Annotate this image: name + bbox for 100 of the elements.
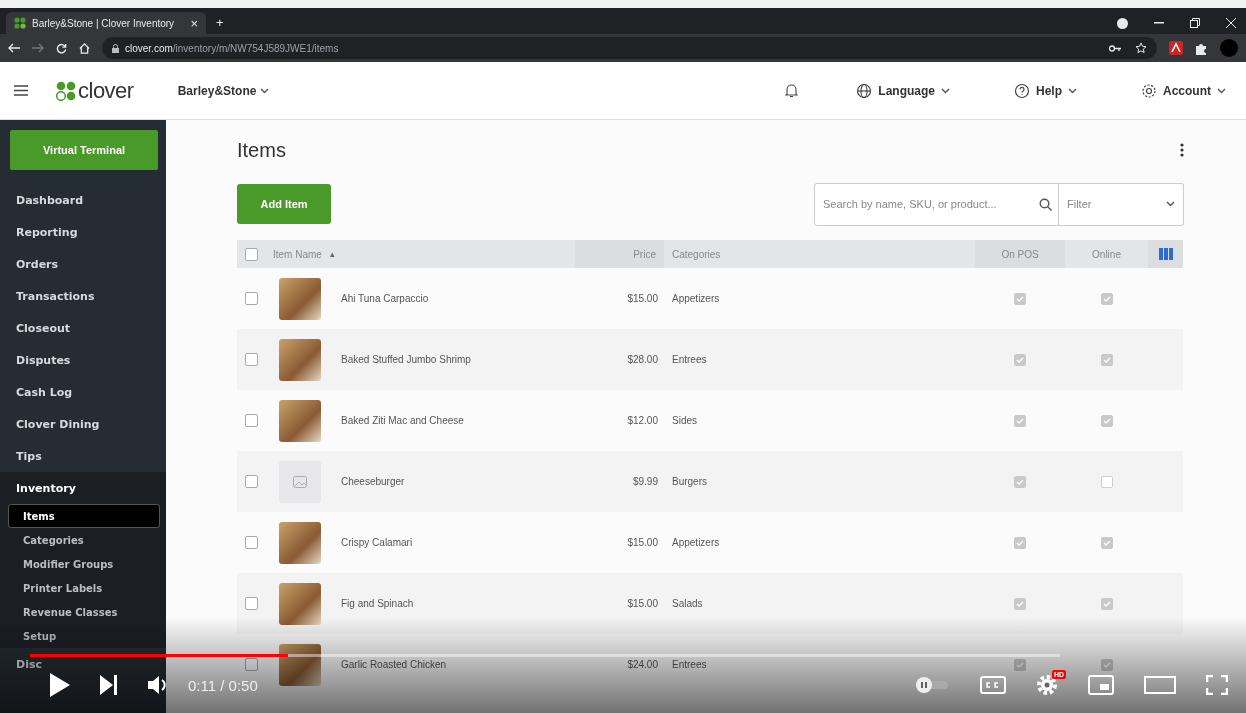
item-name: Crispy Calamari bbox=[341, 537, 413, 548]
item-category: Entrees bbox=[672, 354, 707, 365]
search-icon bbox=[1039, 197, 1052, 211]
on-pos-checkbox[interactable] bbox=[1014, 536, 1026, 549]
bell-icon[interactable] bbox=[785, 83, 799, 98]
tab-close-button[interactable]: × bbox=[190, 16, 198, 30]
miniplayer-icon[interactable] bbox=[1088, 675, 1114, 695]
header-menu[interactable]: Language bbox=[850, 81, 956, 100]
on-pos-checkbox[interactable] bbox=[1014, 475, 1026, 488]
chevron-down-icon bbox=[1166, 201, 1175, 207]
item-name: Garlic Roasted Chicken bbox=[341, 659, 447, 670]
sidebar-subitem[interactable]: Items bbox=[8, 504, 160, 528]
merchant-dropdown[interactable]: Barley&Stone bbox=[171, 82, 276, 99]
on-pos-checkbox[interactable] bbox=[1014, 658, 1026, 671]
sidebar-item[interactable]: Transactions bbox=[16, 289, 95, 303]
online-checkbox[interactable] bbox=[1100, 658, 1113, 671]
online-checkbox[interactable] bbox=[1100, 292, 1113, 305]
row-checkbox[interactable] bbox=[244, 536, 258, 549]
online-checkbox[interactable] bbox=[1100, 597, 1113, 610]
filter-dropdown[interactable]: Filter bbox=[1059, 182, 1184, 226]
sidebar-subitem[interactable]: Categories bbox=[8, 528, 160, 552]
column-header[interactable]: Item Name ▴ bbox=[273, 248, 335, 260]
sidebar-item[interactable]: Cash Log bbox=[16, 385, 73, 399]
online-checkbox[interactable] bbox=[1100, 353, 1113, 366]
reload-icon[interactable] bbox=[56, 42, 67, 54]
key-icon[interactable] bbox=[1109, 44, 1121, 52]
row-checkbox[interactable] bbox=[244, 475, 258, 488]
checkmark-icon bbox=[1016, 295, 1024, 302]
browser-tab[interactable]: Barley&Stone | Clover Inventory × bbox=[6, 12, 206, 34]
add-item-button[interactable]: Add Item bbox=[237, 184, 331, 224]
restore-icon[interactable] bbox=[1190, 18, 1200, 28]
profile-circle-icon[interactable] bbox=[1117, 17, 1128, 29]
address-bar[interactable]: clover.com/inventory/m/NW754J589JWE1/items bbox=[102, 37, 1157, 59]
checkmark-icon bbox=[1102, 295, 1111, 302]
row-checkbox[interactable] bbox=[244, 658, 258, 671]
checkmark-icon bbox=[1102, 356, 1111, 363]
close-icon[interactable] bbox=[1226, 18, 1236, 28]
header-menu[interactable]: Account bbox=[1135, 81, 1232, 100]
sidebar-subitem[interactable]: Printer Labels bbox=[8, 576, 160, 600]
online-checkbox[interactable] bbox=[1100, 414, 1113, 427]
header-menu[interactable]: Help bbox=[1008, 81, 1083, 100]
minimize-icon[interactable] bbox=[1154, 22, 1164, 24]
search-input[interactable]: Search by name, SKU, or product... bbox=[821, 197, 1039, 211]
sidebar-item[interactable]: Disc bbox=[16, 657, 42, 671]
row-checkbox[interactable] bbox=[244, 414, 258, 427]
on-pos-checkbox[interactable] bbox=[1014, 353, 1026, 366]
photo-placeholder bbox=[279, 521, 321, 564]
chevron-down-icon bbox=[1217, 87, 1226, 94]
avatar-circle-icon[interactable] bbox=[1220, 39, 1238, 57]
item-name: Fig and Spinach bbox=[341, 598, 414, 609]
sidebar-item[interactable]: Closeout bbox=[16, 321, 71, 335]
photo-placeholder bbox=[279, 399, 321, 442]
checkmark-icon bbox=[1102, 417, 1111, 424]
on-pos-checkbox[interactable] bbox=[1014, 597, 1026, 610]
sidebar-item[interactable]: Clover Dining bbox=[16, 417, 100, 431]
checkmark-icon bbox=[1016, 478, 1024, 485]
row-checkbox[interactable] bbox=[244, 353, 258, 366]
sort-indicator: ▴ bbox=[329, 249, 335, 259]
row-checkbox[interactable] bbox=[244, 597, 258, 610]
pdf-extension-icon[interactable] bbox=[1169, 41, 1183, 55]
sidebar-item[interactable]: Dashboard bbox=[16, 193, 84, 207]
home-icon[interactable] bbox=[79, 42, 90, 54]
sidebar-item[interactable]: Tips bbox=[16, 449, 42, 463]
sidebar-item[interactable]: Disputes bbox=[16, 353, 71, 367]
sidebar-subitem[interactable]: Setup bbox=[8, 624, 160, 648]
select-all-checkbox[interactable] bbox=[244, 247, 258, 261]
online-checkbox[interactable] bbox=[1100, 536, 1113, 549]
captions-icon[interactable] bbox=[980, 676, 1006, 694]
row-checkbox[interactable] bbox=[244, 292, 258, 305]
next-icon[interactable] bbox=[100, 675, 118, 695]
search-field[interactable]: Search by name, SKU, or product... bbox=[814, 182, 1059, 226]
columns-icon[interactable] bbox=[1158, 248, 1173, 260]
menu-icon[interactable] bbox=[14, 85, 28, 96]
forward-arrow-icon[interactable] bbox=[32, 43, 44, 53]
more-options-icon[interactable] bbox=[1180, 143, 1184, 157]
video-progress-bar[interactable] bbox=[30, 654, 1060, 657]
fullscreen-icon[interactable] bbox=[1206, 675, 1228, 695]
photo-placeholder bbox=[279, 338, 321, 381]
clover-logo[interactable]: clover bbox=[56, 77, 134, 104]
sidebar-subitem[interactable]: Modifier Groups bbox=[8, 552, 160, 576]
star-icon[interactable] bbox=[1135, 42, 1147, 54]
help-icon bbox=[1014, 82, 1030, 99]
item-name: Ahi Tuna Carpaccio bbox=[341, 293, 429, 304]
new-tab-button[interactable]: + bbox=[216, 16, 224, 29]
sidebar-subitem[interactable]: Revenue Classes bbox=[8, 600, 160, 624]
sidebar-item[interactable]: Orders bbox=[16, 257, 59, 271]
autoplay-toggle-icon[interactable] bbox=[914, 677, 950, 693]
sidebar-item[interactable]: Inventory bbox=[16, 481, 76, 495]
chevron-down-icon bbox=[1068, 87, 1077, 94]
puzzle-icon[interactable] bbox=[1195, 41, 1208, 55]
lock-icon bbox=[112, 43, 119, 53]
clover-leaf-icon bbox=[56, 80, 76, 101]
play-icon[interactable] bbox=[50, 673, 70, 697]
theater-mode-icon[interactable] bbox=[1144, 676, 1176, 694]
on-pos-checkbox[interactable] bbox=[1014, 414, 1026, 427]
sidebar-item[interactable]: Reporting bbox=[16, 225, 78, 239]
online-checkbox[interactable] bbox=[1100, 475, 1113, 488]
back-arrow-icon[interactable] bbox=[8, 43, 20, 53]
on-pos-checkbox[interactable] bbox=[1014, 292, 1026, 305]
virtual-terminal-button[interactable]: Virtual Terminal bbox=[10, 130, 158, 170]
